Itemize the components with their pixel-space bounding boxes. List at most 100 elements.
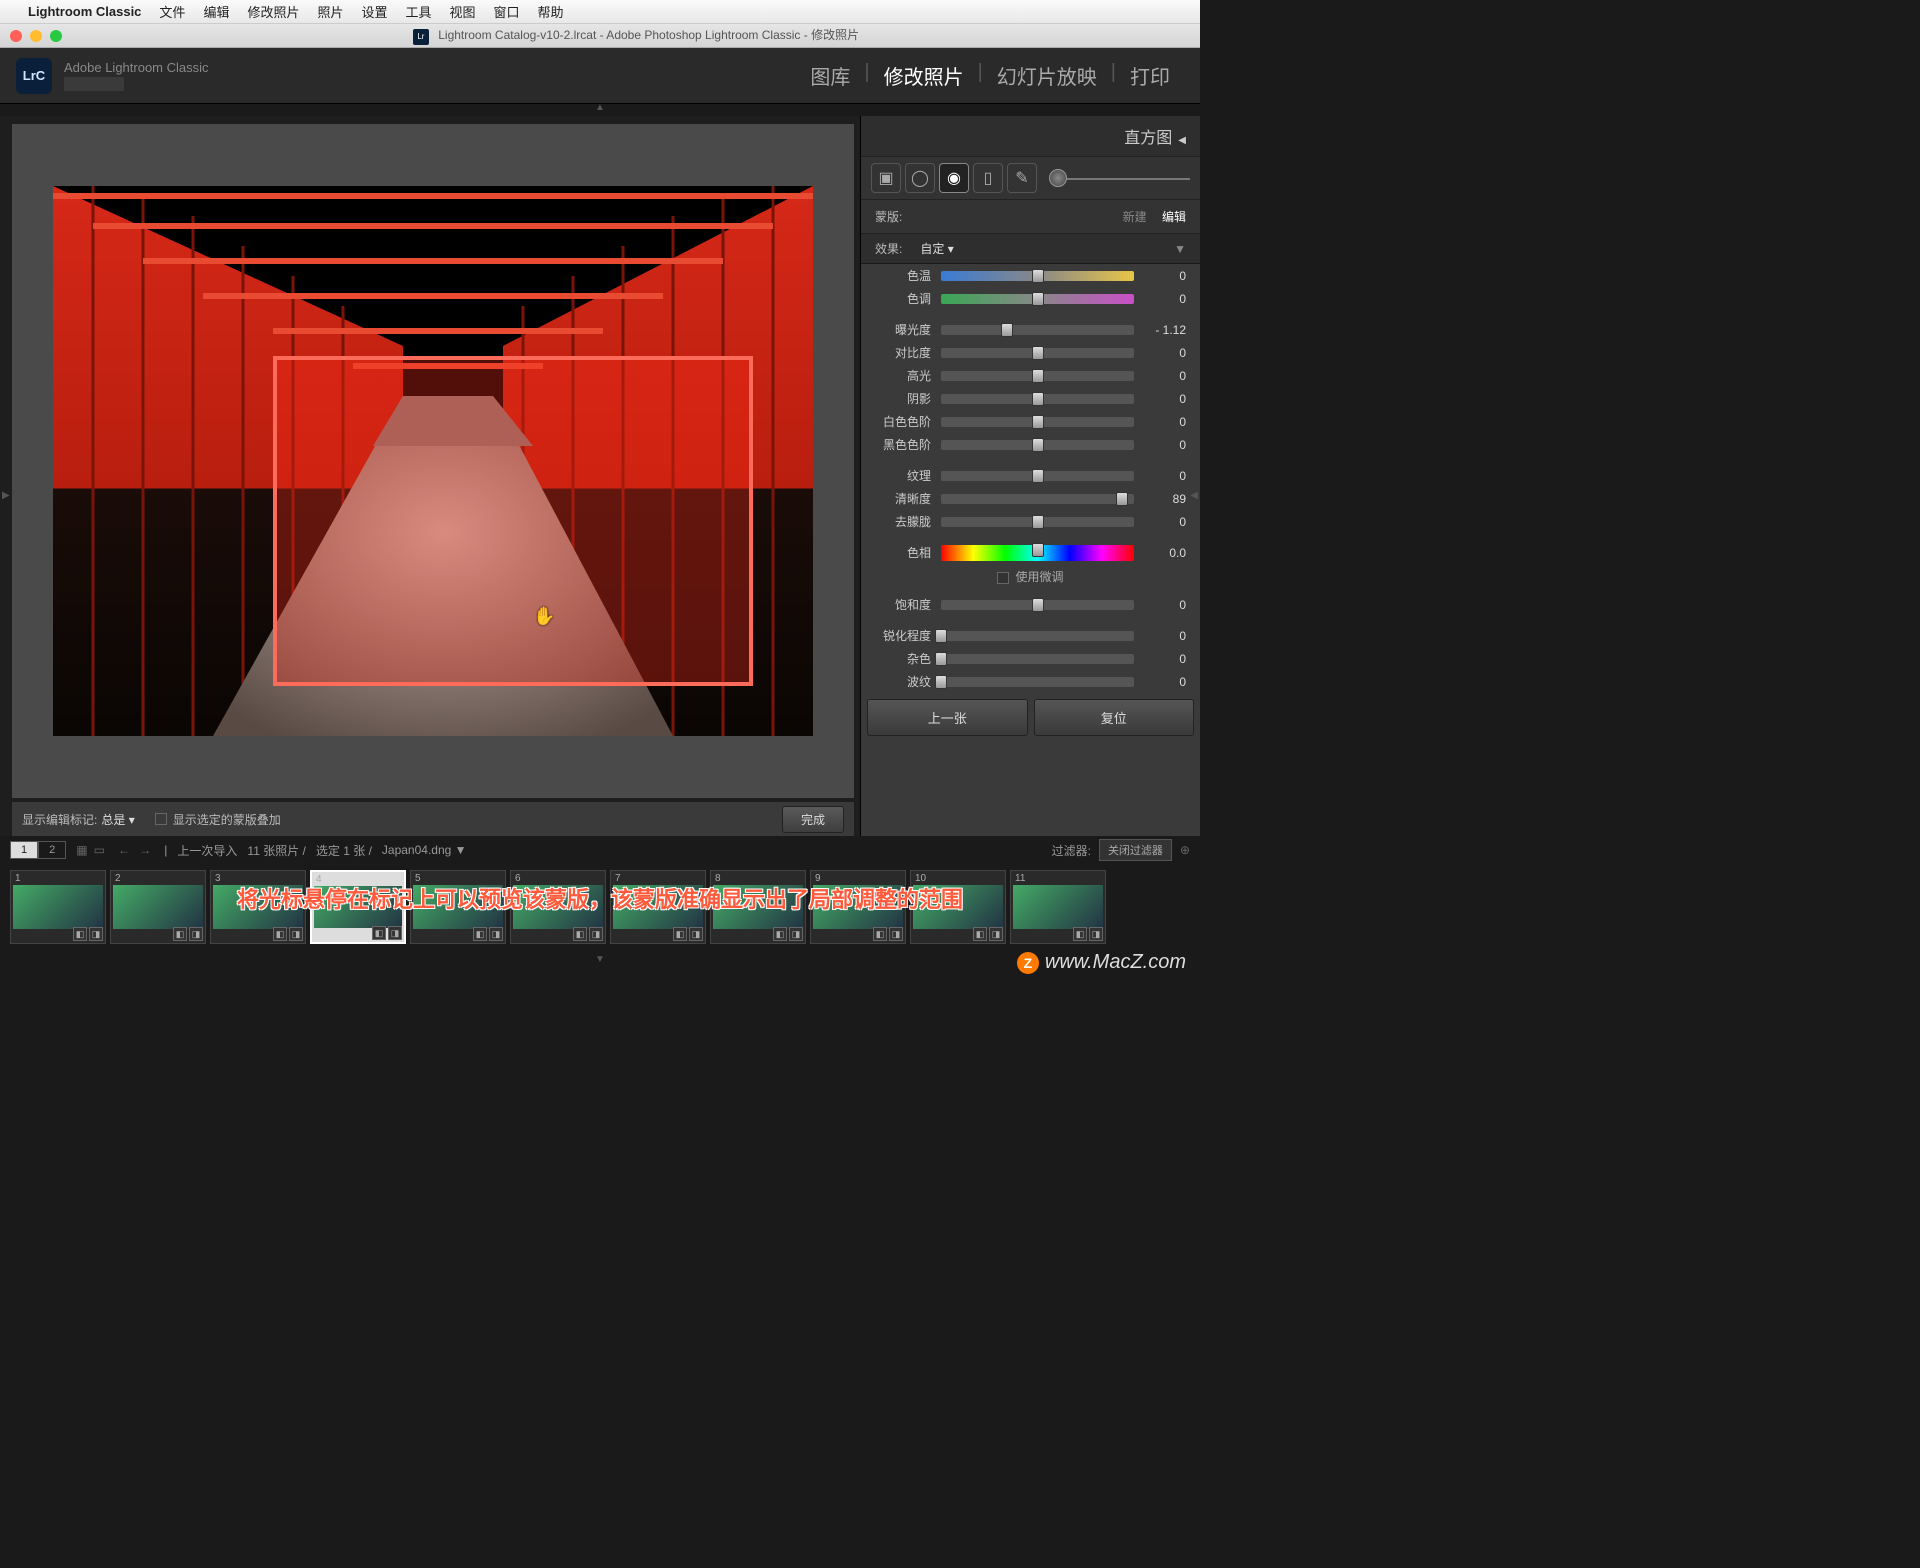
mask-edit-button[interactable]: 编辑 bbox=[1162, 210, 1186, 224]
breadcrumb[interactable]: 上一次导入 bbox=[177, 842, 237, 859]
filmstrip[interactable]: 将光标悬停在标记上可以预览该蒙版，该蒙版准确显示出了局部调整的范围 1◧◨2◧◨… bbox=[0, 864, 1200, 954]
badge-icon[interactable]: ◨ bbox=[789, 927, 803, 941]
nav-forward-icon[interactable]: → bbox=[139, 843, 151, 857]
exposure-dial[interactable] bbox=[1049, 166, 1190, 190]
show-pins-dropdown[interactable]: 总是 ▾ bbox=[101, 811, 134, 828]
photo-preview[interactable]: ✋ bbox=[53, 186, 813, 736]
filter-lock-icon[interactable]: ⊕ bbox=[1180, 843, 1190, 857]
slider-track[interactable] bbox=[941, 677, 1134, 687]
previous-button[interactable]: 上一张 bbox=[867, 699, 1028, 736]
slider-thumb[interactable] bbox=[1032, 369, 1044, 383]
badge-icon[interactable]: ◧ bbox=[473, 927, 487, 941]
thumbnail-6[interactable]: 6◧◨ bbox=[510, 870, 606, 944]
slider-thumb[interactable] bbox=[1032, 598, 1044, 612]
badge-icon[interactable]: ◧ bbox=[673, 927, 687, 941]
thumbnail-9[interactable]: 9◧◨ bbox=[810, 870, 906, 944]
badge-icon[interactable]: ◨ bbox=[89, 927, 103, 941]
slider-track[interactable] bbox=[941, 471, 1134, 481]
nav-back-icon[interactable]: ← bbox=[118, 843, 130, 857]
slider-track[interactable] bbox=[941, 440, 1134, 450]
slider-track[interactable] bbox=[941, 417, 1134, 427]
identity-plate[interactable] bbox=[64, 77, 124, 91]
thumbnail-5[interactable]: 5◧◨ bbox=[410, 870, 506, 944]
slider-track[interactable] bbox=[941, 271, 1134, 281]
menu-file[interactable]: 文件 bbox=[159, 2, 185, 21]
spot-removal-tool-icon[interactable]: ◯ bbox=[905, 163, 935, 193]
slider-thumb[interactable] bbox=[935, 652, 947, 666]
minimize-window-icon[interactable] bbox=[30, 30, 42, 42]
mask-overlay-checkbox[interactable] bbox=[155, 813, 167, 825]
menu-tools[interactable]: 工具 bbox=[406, 2, 432, 21]
badge-icon[interactable]: ◧ bbox=[173, 927, 187, 941]
grid-view-icon[interactable]: ▦ bbox=[76, 843, 87, 857]
loupe-view-icon[interactable]: ▭ bbox=[94, 843, 105, 857]
thumbnail-2[interactable]: 2◧◨ bbox=[110, 870, 206, 944]
fine-tune-checkbox[interactable] bbox=[997, 572, 1009, 584]
slider-thumb[interactable] bbox=[1032, 415, 1044, 429]
badge-icon[interactable]: ◨ bbox=[589, 927, 603, 941]
slider-thumb[interactable] bbox=[1032, 269, 1044, 283]
badge-icon[interactable]: ◨ bbox=[489, 927, 503, 941]
thumbnail-3[interactable]: 3◧◨ bbox=[210, 870, 306, 944]
slider-thumb[interactable] bbox=[1032, 469, 1044, 483]
badge-icon[interactable]: ◨ bbox=[289, 927, 303, 941]
badge-icon[interactable]: ◧ bbox=[773, 927, 787, 941]
menu-window[interactable]: 窗口 bbox=[494, 2, 520, 21]
slider-track[interactable] bbox=[941, 654, 1134, 664]
mask-new-button[interactable]: 新建 bbox=[1123, 210, 1147, 224]
slider-track[interactable] bbox=[941, 394, 1134, 404]
badge-icon[interactable]: ◨ bbox=[189, 927, 203, 941]
slider-track[interactable] bbox=[941, 294, 1134, 304]
slider-track[interactable] bbox=[941, 517, 1134, 527]
dial-knob-icon[interactable] bbox=[1049, 169, 1067, 187]
slider-thumb[interactable] bbox=[1001, 323, 1013, 337]
tab-print[interactable]: 打印 bbox=[1116, 61, 1184, 90]
tab-slideshow[interactable]: 幻灯片放映 bbox=[983, 61, 1111, 90]
effect-row[interactable]: 效果: 自定 ▾ ▼ bbox=[861, 234, 1200, 264]
badge-icon[interactable]: ◨ bbox=[1089, 927, 1103, 941]
menu-help[interactable]: 帮助 bbox=[538, 2, 564, 21]
done-button[interactable]: 完成 bbox=[782, 806, 844, 833]
slider-track[interactable] bbox=[941, 631, 1134, 641]
badge-icon[interactable]: ◧ bbox=[273, 927, 287, 941]
slider-thumb[interactable] bbox=[1032, 543, 1044, 557]
crop-tool-icon[interactable]: ▣ bbox=[871, 163, 901, 193]
badge-icon[interactable]: ◧ bbox=[573, 927, 587, 941]
slider-thumb[interactable] bbox=[1032, 292, 1044, 306]
badge-icon[interactable]: ◨ bbox=[388, 926, 402, 940]
menu-photo[interactable]: 照片 bbox=[317, 2, 343, 21]
badge-icon[interactable]: ◨ bbox=[889, 927, 903, 941]
graduated-filter-tool-icon[interactable]: ▯ bbox=[973, 163, 1003, 193]
image-canvas[interactable]: ✋ bbox=[12, 124, 854, 798]
menubar-app-name[interactable]: Lightroom Classic bbox=[28, 4, 141, 19]
collapse-right-icon[interactable]: ◀ bbox=[1190, 490, 1198, 501]
tab-develop[interactable]: 修改照片 bbox=[870, 61, 978, 90]
badge-icon[interactable]: ◧ bbox=[73, 927, 87, 941]
slider-track[interactable] bbox=[941, 545, 1134, 561]
close-window-icon[interactable] bbox=[10, 30, 22, 42]
histogram-header[interactable]: 直方图◀ bbox=[861, 116, 1200, 157]
slider-track[interactable] bbox=[941, 371, 1134, 381]
reset-button[interactable]: 复位 bbox=[1034, 699, 1195, 736]
slider-thumb[interactable] bbox=[1032, 392, 1044, 406]
filter-dropdown[interactable]: 关闭过滤器 bbox=[1099, 839, 1172, 861]
view-2-button[interactable]: 2 bbox=[38, 841, 66, 859]
thumbnail-10[interactable]: 10◧◨ bbox=[910, 870, 1006, 944]
slider-track[interactable] bbox=[941, 600, 1134, 610]
tab-library[interactable]: 图库 bbox=[796, 61, 864, 90]
badge-icon[interactable]: ◨ bbox=[689, 927, 703, 941]
menu-settings[interactable]: 设置 bbox=[361, 2, 387, 21]
badge-icon[interactable]: ◧ bbox=[873, 927, 887, 941]
maximize-window-icon[interactable] bbox=[50, 30, 62, 42]
menu-develop[interactable]: 修改照片 bbox=[247, 2, 299, 21]
badge-icon[interactable]: ◧ bbox=[973, 927, 987, 941]
menu-edit[interactable]: 编辑 bbox=[203, 2, 229, 21]
slider-track[interactable] bbox=[941, 325, 1134, 335]
view-1-button[interactable]: 1 bbox=[10, 841, 38, 859]
slider-thumb[interactable] bbox=[1032, 438, 1044, 452]
current-filename[interactable]: Japan04.dng ▼ bbox=[382, 843, 467, 857]
slider-track[interactable] bbox=[941, 494, 1134, 504]
collapse-left-icon[interactable]: ▶ bbox=[2, 490, 10, 501]
effect-collapse-icon[interactable]: ▼ bbox=[1174, 242, 1186, 256]
badge-icon[interactable]: ◧ bbox=[1073, 927, 1087, 941]
